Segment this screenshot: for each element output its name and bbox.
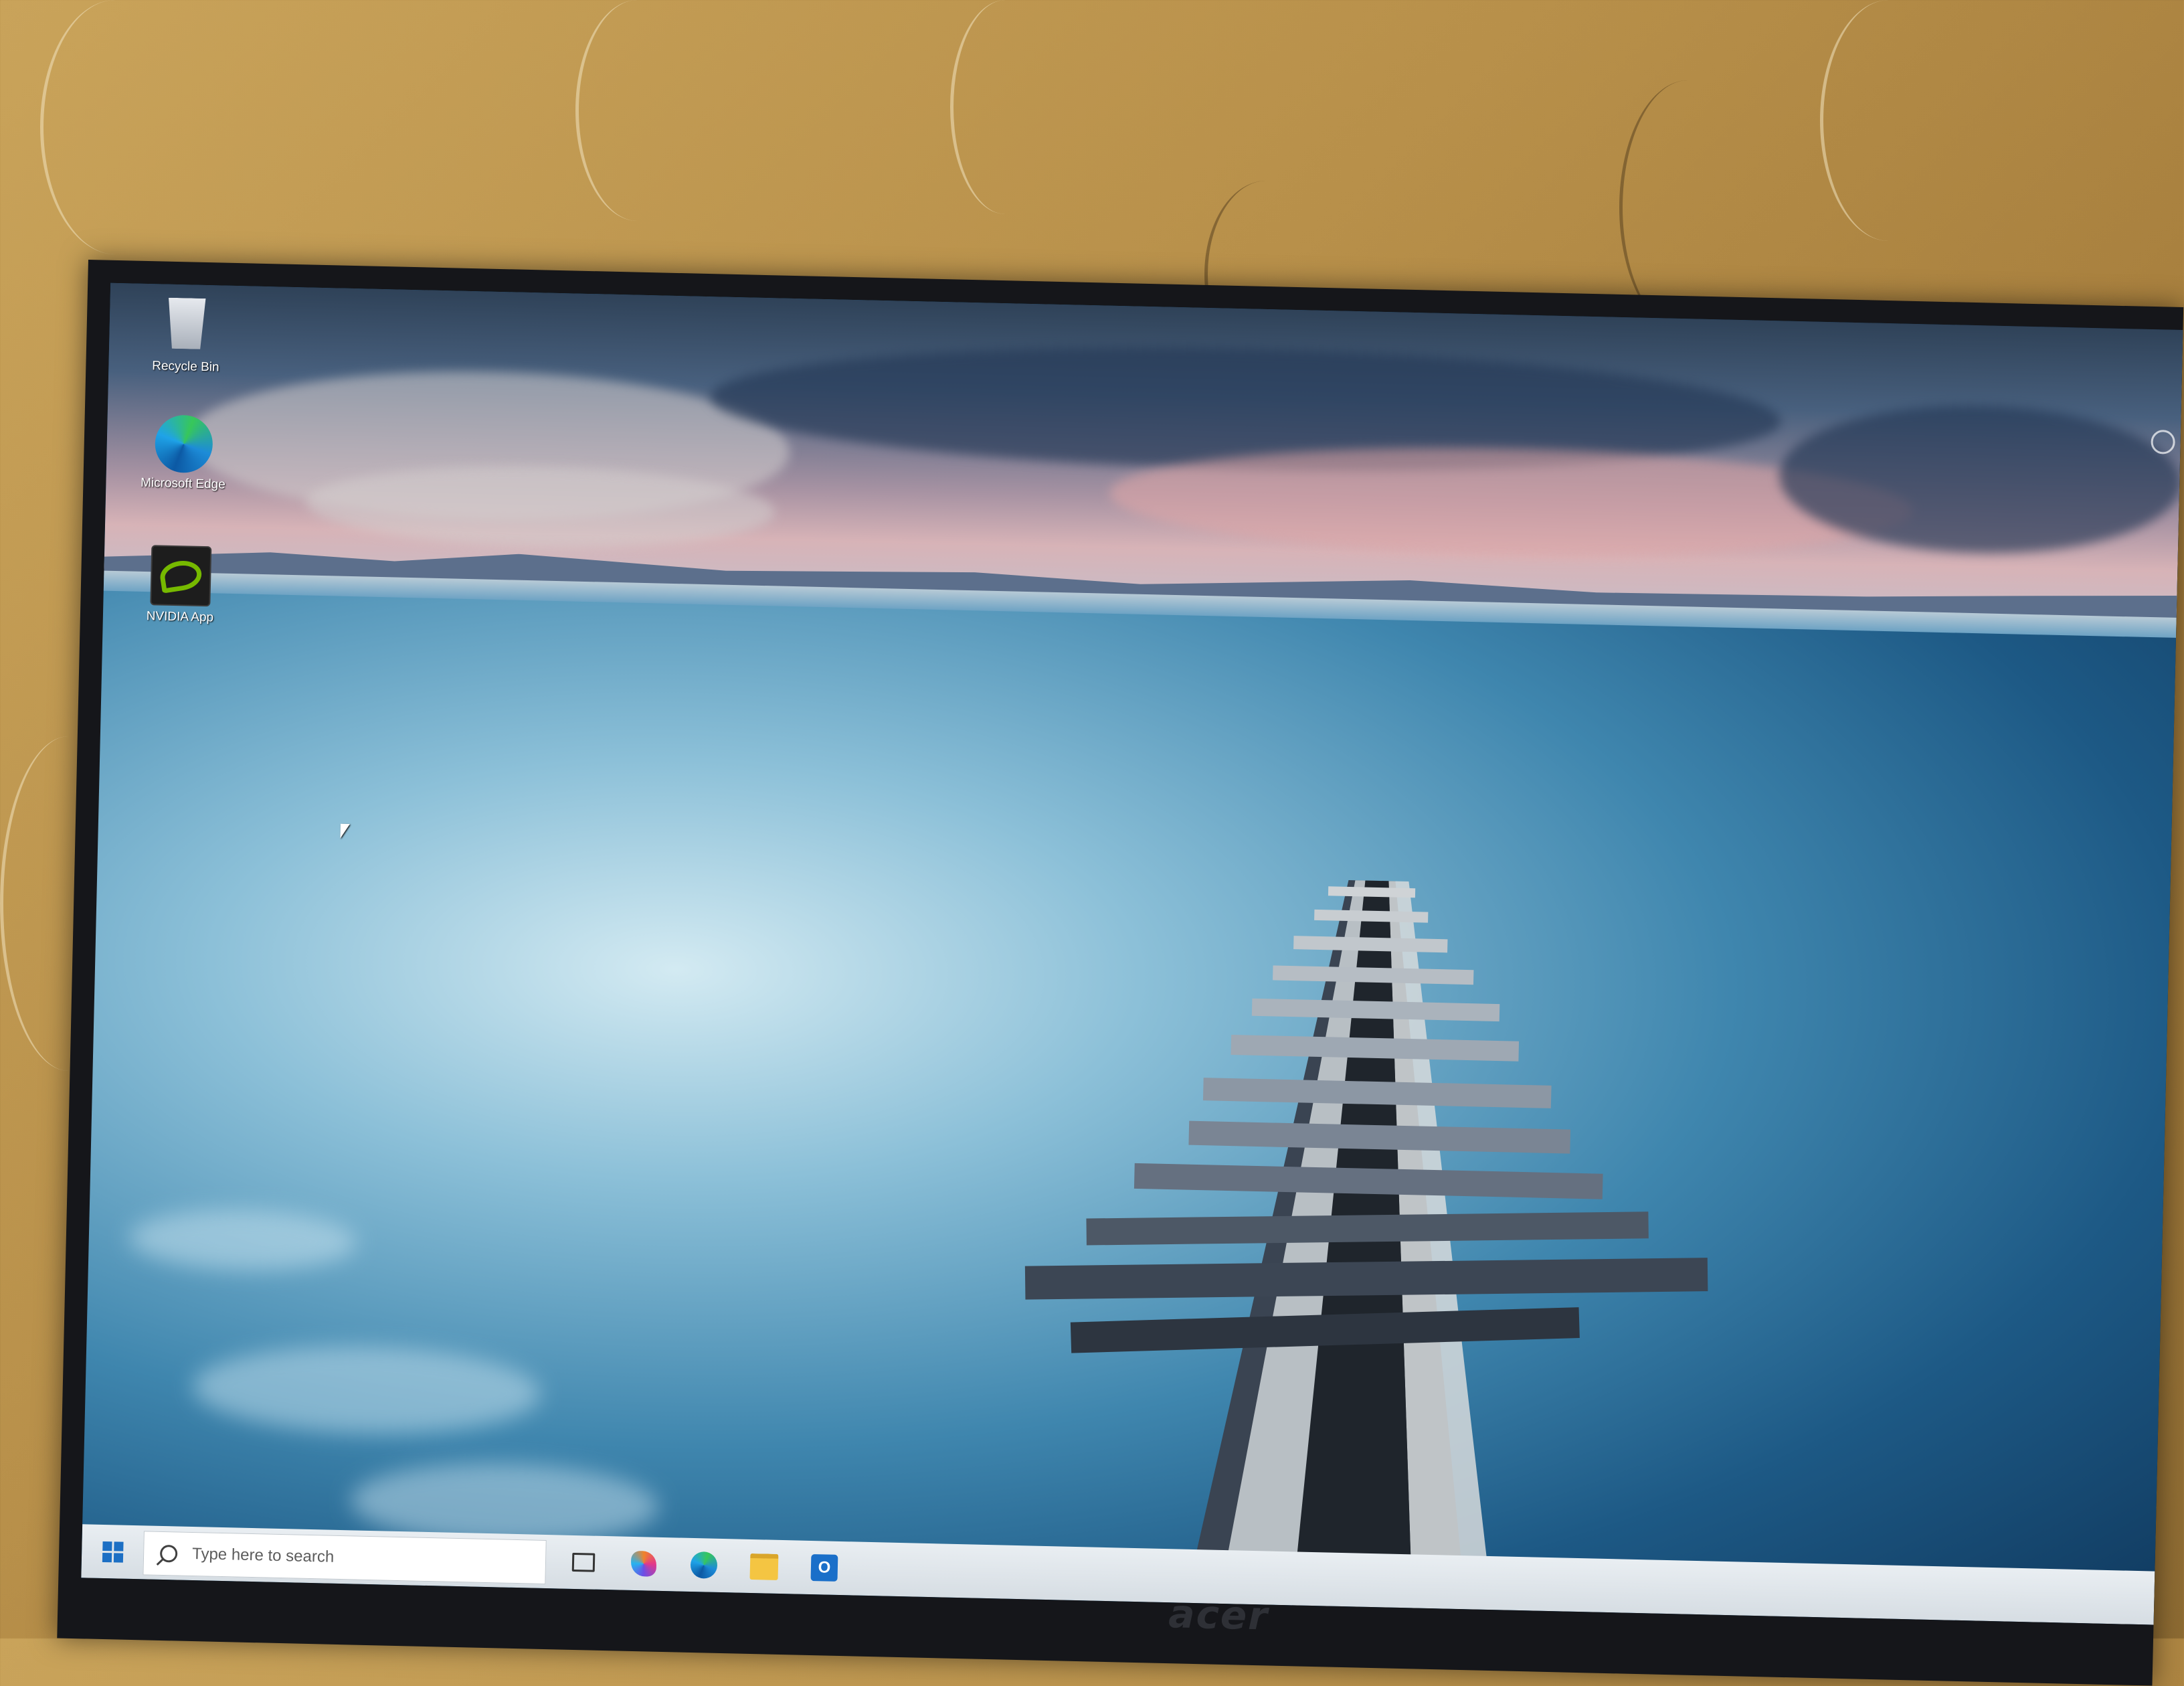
copilot-button[interactable] — [623, 1543, 664, 1584]
task-view-button[interactable] — [563, 1542, 604, 1583]
start-button[interactable] — [85, 1524, 140, 1579]
desktop-screen: Recycle Bin Microsoft Edge NVIDIA App Ty… — [81, 282, 2183, 1625]
task-view-icon — [571, 1552, 596, 1572]
wall-pattern — [40, 0, 191, 254]
outlook-icon: O — [810, 1554, 838, 1582]
wall-pattern — [575, 0, 699, 221]
mouse-cursor — [340, 823, 350, 839]
nvidia-icon — [150, 545, 212, 607]
outlook-button[interactable]: O — [804, 1547, 844, 1588]
edge-icon — [154, 414, 213, 474]
desktop-icon-label: Microsoft Edge — [140, 475, 226, 492]
desktop-icon-microsoft-edge[interactable]: Microsoft Edge — [132, 414, 235, 493]
monitor: Recycle Bin Microsoft Edge NVIDIA App Ty… — [57, 260, 2184, 1686]
desktop-icon-recycle-bin[interactable]: Recycle Bin — [135, 297, 238, 375]
search-icon — [159, 1544, 178, 1563]
wall-pattern — [950, 0, 1061, 214]
edge-icon — [690, 1551, 718, 1579]
wall-pattern — [1820, 0, 1957, 241]
wallpaper-pier — [1024, 879, 1708, 1610]
edge-taskbar-button[interactable] — [683, 1545, 724, 1586]
taskbar-search-box[interactable]: Type here to search — [143, 1531, 547, 1585]
windows-logo-icon — [102, 1541, 124, 1563]
desktop-icon-nvidia-app[interactable]: NVIDIA App — [130, 545, 232, 626]
desktop-icon-label: Recycle Bin — [152, 359, 219, 375]
recycle-bin-icon — [157, 297, 216, 356]
search-placeholder: Type here to search — [191, 1545, 335, 1566]
copilot-icon — [630, 1550, 657, 1577]
file-explorer-button[interactable] — [743, 1546, 784, 1587]
desktop-icon-label: NVIDIA App — [146, 609, 214, 625]
file-explorer-icon — [749, 1553, 779, 1580]
monitor-brand-logo: acer — [1168, 1591, 1269, 1639]
